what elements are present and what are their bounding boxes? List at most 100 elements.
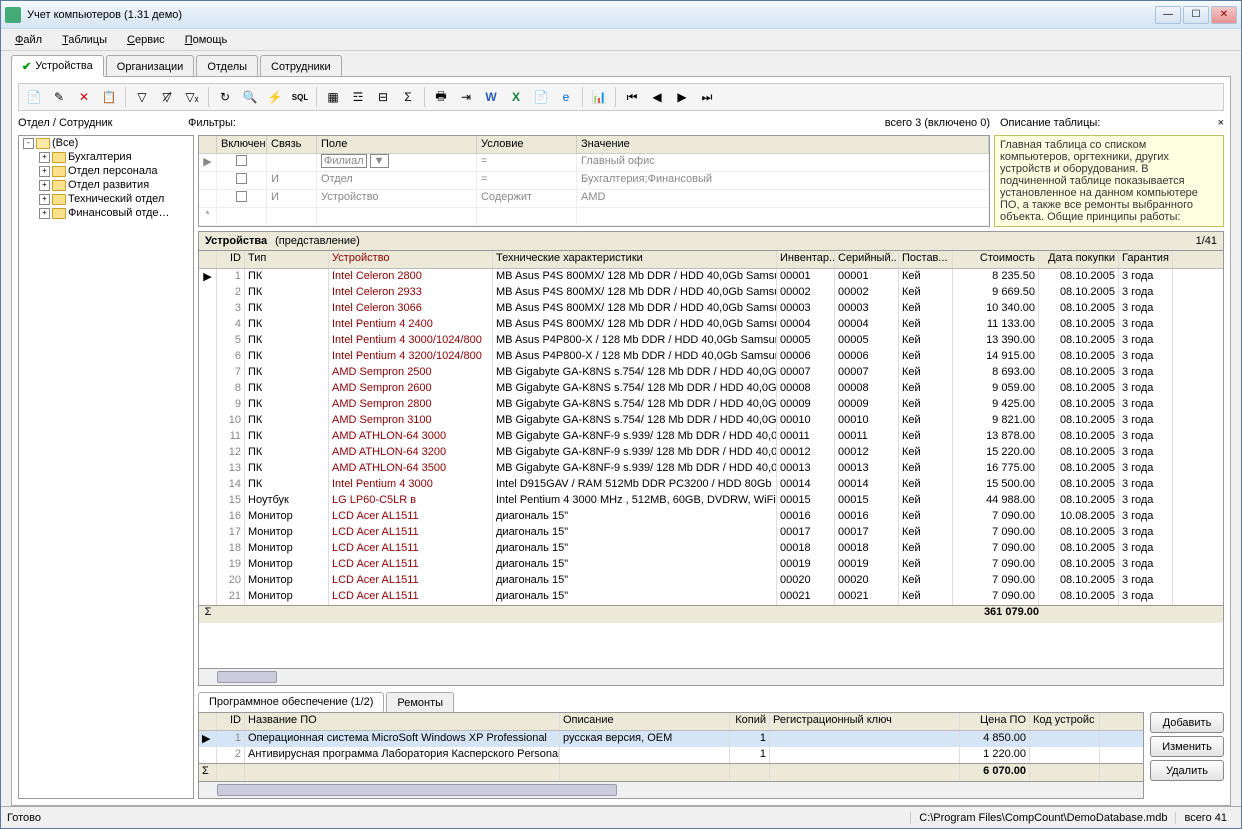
expand-icon[interactable]: +	[39, 166, 50, 177]
table-row[interactable]: 6ПКIntel Pentium 4 3200/1024/800MB Asus …	[199, 349, 1223, 365]
software-grid[interactable]: ID Название ПО Описание Копий Регистраци…	[198, 712, 1144, 782]
expand-icon[interactable]: +	[39, 152, 50, 163]
tab-repairs[interactable]: Ремонты	[386, 692, 454, 712]
edit-icon[interactable]: ✎	[48, 86, 70, 108]
tab-orgs[interactable]: Организации	[106, 55, 195, 77]
table-row[interactable]: 21МониторLCD Acer AL1511диагональ 15"000…	[199, 589, 1223, 605]
table-row[interactable]: 3ПКIntel Celeron 3066MB Asus P4S 800MX/ …	[199, 301, 1223, 317]
table-row[interactable]: 15НоутбукLG LP60-C5LR вIntel Pentium 4 3…	[199, 493, 1223, 509]
app-icon	[5, 7, 21, 23]
table-row[interactable]: 10ПКAMD Sempron 3100MB Gigabyte GA-K8NS …	[199, 413, 1223, 429]
columns-icon[interactable]: ☲	[347, 86, 369, 108]
devices-grid[interactable]: ID Тип Устройство Технические характерис…	[198, 251, 1224, 669]
menu-service[interactable]: Сервис	[119, 32, 173, 48]
filter-row[interactable]: ▶Филиал ▼=Главный офис	[199, 154, 989, 172]
filter-row[interactable]: *	[199, 208, 989, 226]
filter-row[interactable]: ИУстройствоСодержитAMD	[199, 190, 989, 208]
expand-icon[interactable]: +	[39, 208, 50, 219]
table-row[interactable]: 13ПКAMD ATHLON-64 3500MB Gigabyte GA-K8N…	[199, 461, 1223, 477]
delete-icon[interactable]: ✕	[73, 86, 95, 108]
excel-icon[interactable]: X	[505, 86, 527, 108]
copy-icon[interactable]: 📋	[98, 86, 120, 108]
table-row[interactable]: 5ПКIntel Pentium 4 3000/1024/800MB Asus …	[199, 333, 1223, 349]
app-window: Учет компьютеров (1.31 демо) — ☐ ✕ Файл …	[0, 0, 1242, 829]
tree-item[interactable]: +Технический отдел	[19, 192, 193, 206]
tree-item[interactable]: +Отдел персонала	[19, 164, 193, 178]
refresh-icon[interactable]: ↻	[214, 86, 236, 108]
filters-grid[interactable]: Включен Связь Поле Условие Значение ▶Фил…	[198, 135, 990, 227]
word-icon[interactable]: W	[480, 86, 502, 108]
next-icon[interactable]: ▶	[671, 86, 693, 108]
folder-icon	[52, 194, 66, 205]
tab-depts[interactable]: Отделы	[196, 55, 258, 77]
expand-icon[interactable]: +	[39, 180, 50, 191]
table-description: Главная таблица со списком компьютеров, …	[994, 135, 1224, 227]
filter-icon[interactable]: ▽	[131, 86, 153, 108]
chart-icon[interactable]: 📊	[588, 86, 610, 108]
dept-tree[interactable]: -(Все)+Бухгалтерия+Отдел персонала+Отдел…	[18, 135, 194, 799]
search-icon[interactable]: 🔍	[239, 86, 261, 108]
maximize-button[interactable]: ☐	[1183, 6, 1209, 24]
table-row[interactable]: 12ПКAMD ATHLON-64 3200MB Gigabyte GA-K8N…	[199, 445, 1223, 461]
last-icon[interactable]: ⏭	[696, 86, 718, 108]
tree-item[interactable]: +Бухгалтерия	[19, 150, 193, 164]
folder-icon	[52, 180, 66, 191]
table-row[interactable]: 19МониторLCD Acer AL1511диагональ 15"000…	[199, 557, 1223, 573]
software-row[interactable]: ▶1Операционная система MicroSoft Windows…	[199, 731, 1143, 747]
statusbar: Готово C:\Program Files\CompCount\DemoDa…	[1, 806, 1241, 828]
lightning-icon[interactable]: ⚡	[264, 86, 286, 108]
table-row[interactable]: 2ПКIntel Celeron 2933MB Asus P4S 800MX/ …	[199, 285, 1223, 301]
table-row[interactable]: 4ПКIntel Pentium 4 2400MB Asus P4S 800MX…	[199, 317, 1223, 333]
delete-button[interactable]: Удалить	[1150, 760, 1224, 781]
table-row[interactable]: 20МониторLCD Acer AL1511диагональ 15"000…	[199, 573, 1223, 589]
filter-x-icon[interactable]: ▽ₓ	[181, 86, 203, 108]
tab-devices[interactable]: ✔Устройства	[11, 55, 104, 77]
tree-item[interactable]: -(Все)	[19, 136, 193, 150]
status-total: всего 41	[1175, 812, 1235, 824]
table-row[interactable]: 7ПКAMD Sempron 2500MB Gigabyte GA-K8NS s…	[199, 365, 1223, 381]
table-row[interactable]: 9ПКAMD Sempron 2800MB Gigabyte GA-K8NS s…	[199, 397, 1223, 413]
ie-icon[interactable]: e	[555, 86, 577, 108]
edit-button[interactable]: Изменить	[1150, 736, 1224, 757]
grid-icon[interactable]: ▦	[322, 86, 344, 108]
add-button[interactable]: Добавить	[1150, 712, 1224, 733]
first-icon[interactable]: ⏮	[621, 86, 643, 108]
sum-icon[interactable]: Σ	[397, 86, 419, 108]
window-title: Учет компьютеров (1.31 демо)	[27, 9, 1155, 21]
tree-item[interactable]: +Финансовый отде…	[19, 206, 193, 220]
expand-icon[interactable]: +	[39, 194, 50, 205]
new-icon[interactable]: 📄	[23, 86, 45, 108]
filter-row[interactable]: ИОтдел=Бухгалтерия;Финансовый	[199, 172, 989, 190]
menu-help[interactable]: Помощь	[177, 32, 236, 48]
table-row[interactable]: 18МониторLCD Acer AL1511диагональ 15"000…	[199, 541, 1223, 557]
titlebar[interactable]: Учет компьютеров (1.31 демо) — ☐ ✕	[1, 1, 1241, 29]
prev-icon[interactable]: ◀	[646, 86, 668, 108]
menu-tables[interactable]: Таблицы	[54, 32, 115, 48]
html-icon[interactable]: 📄	[530, 86, 552, 108]
table-row[interactable]: 11ПКAMD ATHLON-64 3000MB Gigabyte GA-K8N…	[199, 429, 1223, 445]
minimize-button[interactable]: —	[1155, 6, 1181, 24]
tab-software[interactable]: Программное обеспечение (1/2)	[198, 692, 384, 712]
toolbar: 📄 ✎ ✕ 📋 ▽ ▽̸ ▽ₓ ↻ 🔍 ⚡ SQL ▦ ☲ ⊟ Σ 🖶	[18, 83, 1224, 111]
table-row[interactable]: 8ПКAMD Sempron 2600MB Gigabyte GA-K8NS s…	[199, 381, 1223, 397]
check-icon: ✔	[22, 60, 31, 73]
grid-scrollbar[interactable]	[198, 669, 1224, 686]
print-icon[interactable]: 🖶	[430, 86, 452, 108]
table-row[interactable]: 14ПКIntel Pentium 4 3000Intel D915GAV / …	[199, 477, 1223, 493]
filter-clear-icon[interactable]: ▽̸	[156, 86, 178, 108]
export-icon[interactable]: ⇥	[455, 86, 477, 108]
sql-icon[interactable]: SQL	[289, 86, 311, 108]
close-button[interactable]: ✕	[1211, 6, 1237, 24]
expand-icon[interactable]: -	[23, 138, 34, 149]
tab-employees[interactable]: Сотрудники	[260, 55, 342, 77]
software-row[interactable]: 2Антивирусная программа Лаборатория Касп…	[199, 747, 1143, 763]
menu-file[interactable]: Файл	[7, 32, 50, 48]
filter-count-label: всего 3 (включено 0)	[850, 117, 990, 133]
sw-scrollbar[interactable]	[198, 782, 1144, 799]
table-row[interactable]: ▶1ПКIntel Celeron 2800MB Asus P4S 800MX/…	[199, 269, 1223, 285]
tree-icon[interactable]: ⊟	[372, 86, 394, 108]
table-row[interactable]: 16МониторLCD Acer AL1511диагональ 15"000…	[199, 509, 1223, 525]
tree-item[interactable]: +Отдел развития	[19, 178, 193, 192]
close-desc-icon[interactable]: ×	[1218, 117, 1224, 129]
table-row[interactable]: 17МониторLCD Acer AL1511диагональ 15"000…	[199, 525, 1223, 541]
